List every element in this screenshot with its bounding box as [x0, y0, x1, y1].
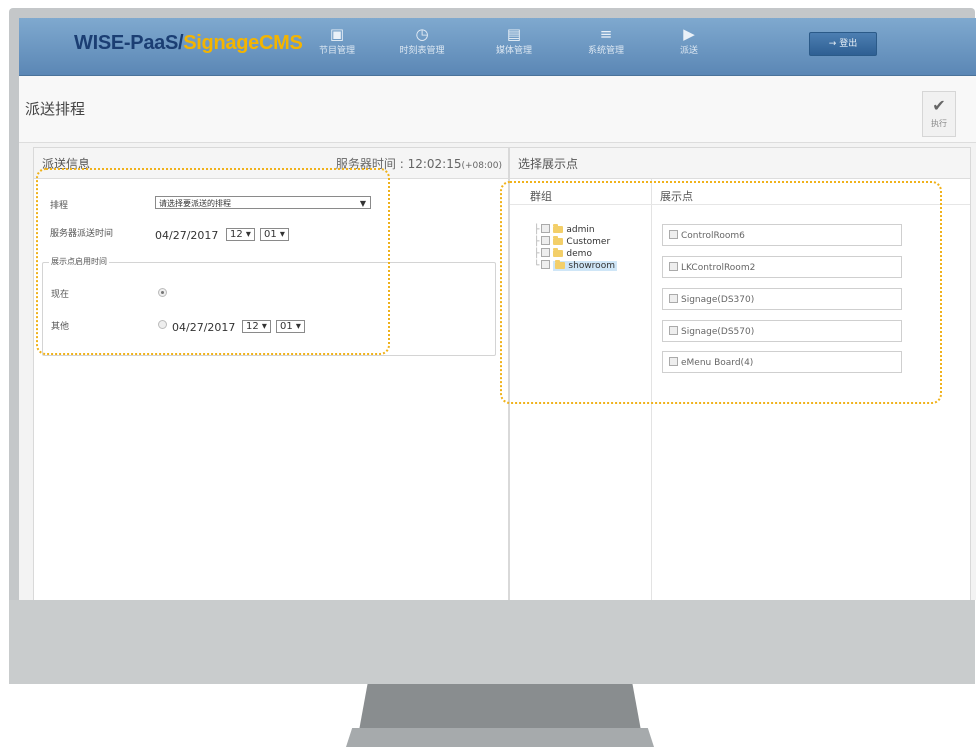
logo-text-primary: WISE-PaaS/	[74, 32, 184, 54]
app-logo[interactable]: WISE-PaaS/SignageCMS	[74, 32, 303, 55]
nav-media-management[interactable]: ▤ 媒体管理	[474, 24, 554, 58]
clock-icon: ◷	[415, 25, 429, 43]
nav-label: 时刻表管理	[399, 46, 445, 56]
select-sites-header: 选择展示点	[510, 148, 970, 179]
checkmark-icon: ✔	[932, 96, 946, 115]
top-nav-bar: WISE-PaaS/SignageCMS ▣ 节目管理 ◷ 时刻表管理 ▤ 媒体…	[19, 18, 976, 76]
nav-label: 系统管理	[587, 46, 624, 56]
nav-label: 节目管理	[318, 46, 355, 56]
page-header: 派送排程 ✔ 执行	[19, 76, 976, 143]
settings-icon: ≡	[599, 25, 613, 43]
server-time-zone: (+08:00)	[461, 161, 503, 171]
logout-button[interactable]: → 登出	[809, 32, 877, 56]
monitor-chin	[9, 600, 975, 684]
app-screen: WISE-PaaS/SignageCMS ▣ 节目管理 ◷ 时刻表管理 ▤ 媒体…	[19, 18, 976, 600]
dispatch-icon: ▶	[683, 25, 695, 43]
execute-label: 执行	[931, 119, 947, 128]
highlight-dispatch-info	[36, 168, 390, 355]
logo-text-brand: SignageCMS	[183, 32, 303, 54]
logout-label: 登出	[839, 39, 858, 49]
nav-timetable-management[interactable]: ◷ 时刻表管理	[382, 24, 462, 58]
nav-program-management[interactable]: ▣ 节目管理	[297, 24, 377, 58]
nav-dispatch[interactable]: ▶ 派送	[649, 24, 729, 58]
nav-label: 媒体管理	[495, 46, 532, 56]
execute-button[interactable]: ✔ 执行	[922, 91, 956, 137]
page-title: 派送排程	[25, 100, 86, 118]
media-icon: ▤	[506, 25, 522, 43]
nav-label: 派送	[679, 46, 698, 56]
nav-system-management[interactable]: ≡ 系统管理	[566, 24, 646, 58]
monitor-stand-base	[346, 728, 654, 747]
highlight-site-selection	[500, 181, 942, 404]
schedule-icon: ▣	[329, 25, 345, 43]
logout-icon: →	[828, 39, 837, 49]
panel-title: 选择展示点	[518, 157, 579, 171]
